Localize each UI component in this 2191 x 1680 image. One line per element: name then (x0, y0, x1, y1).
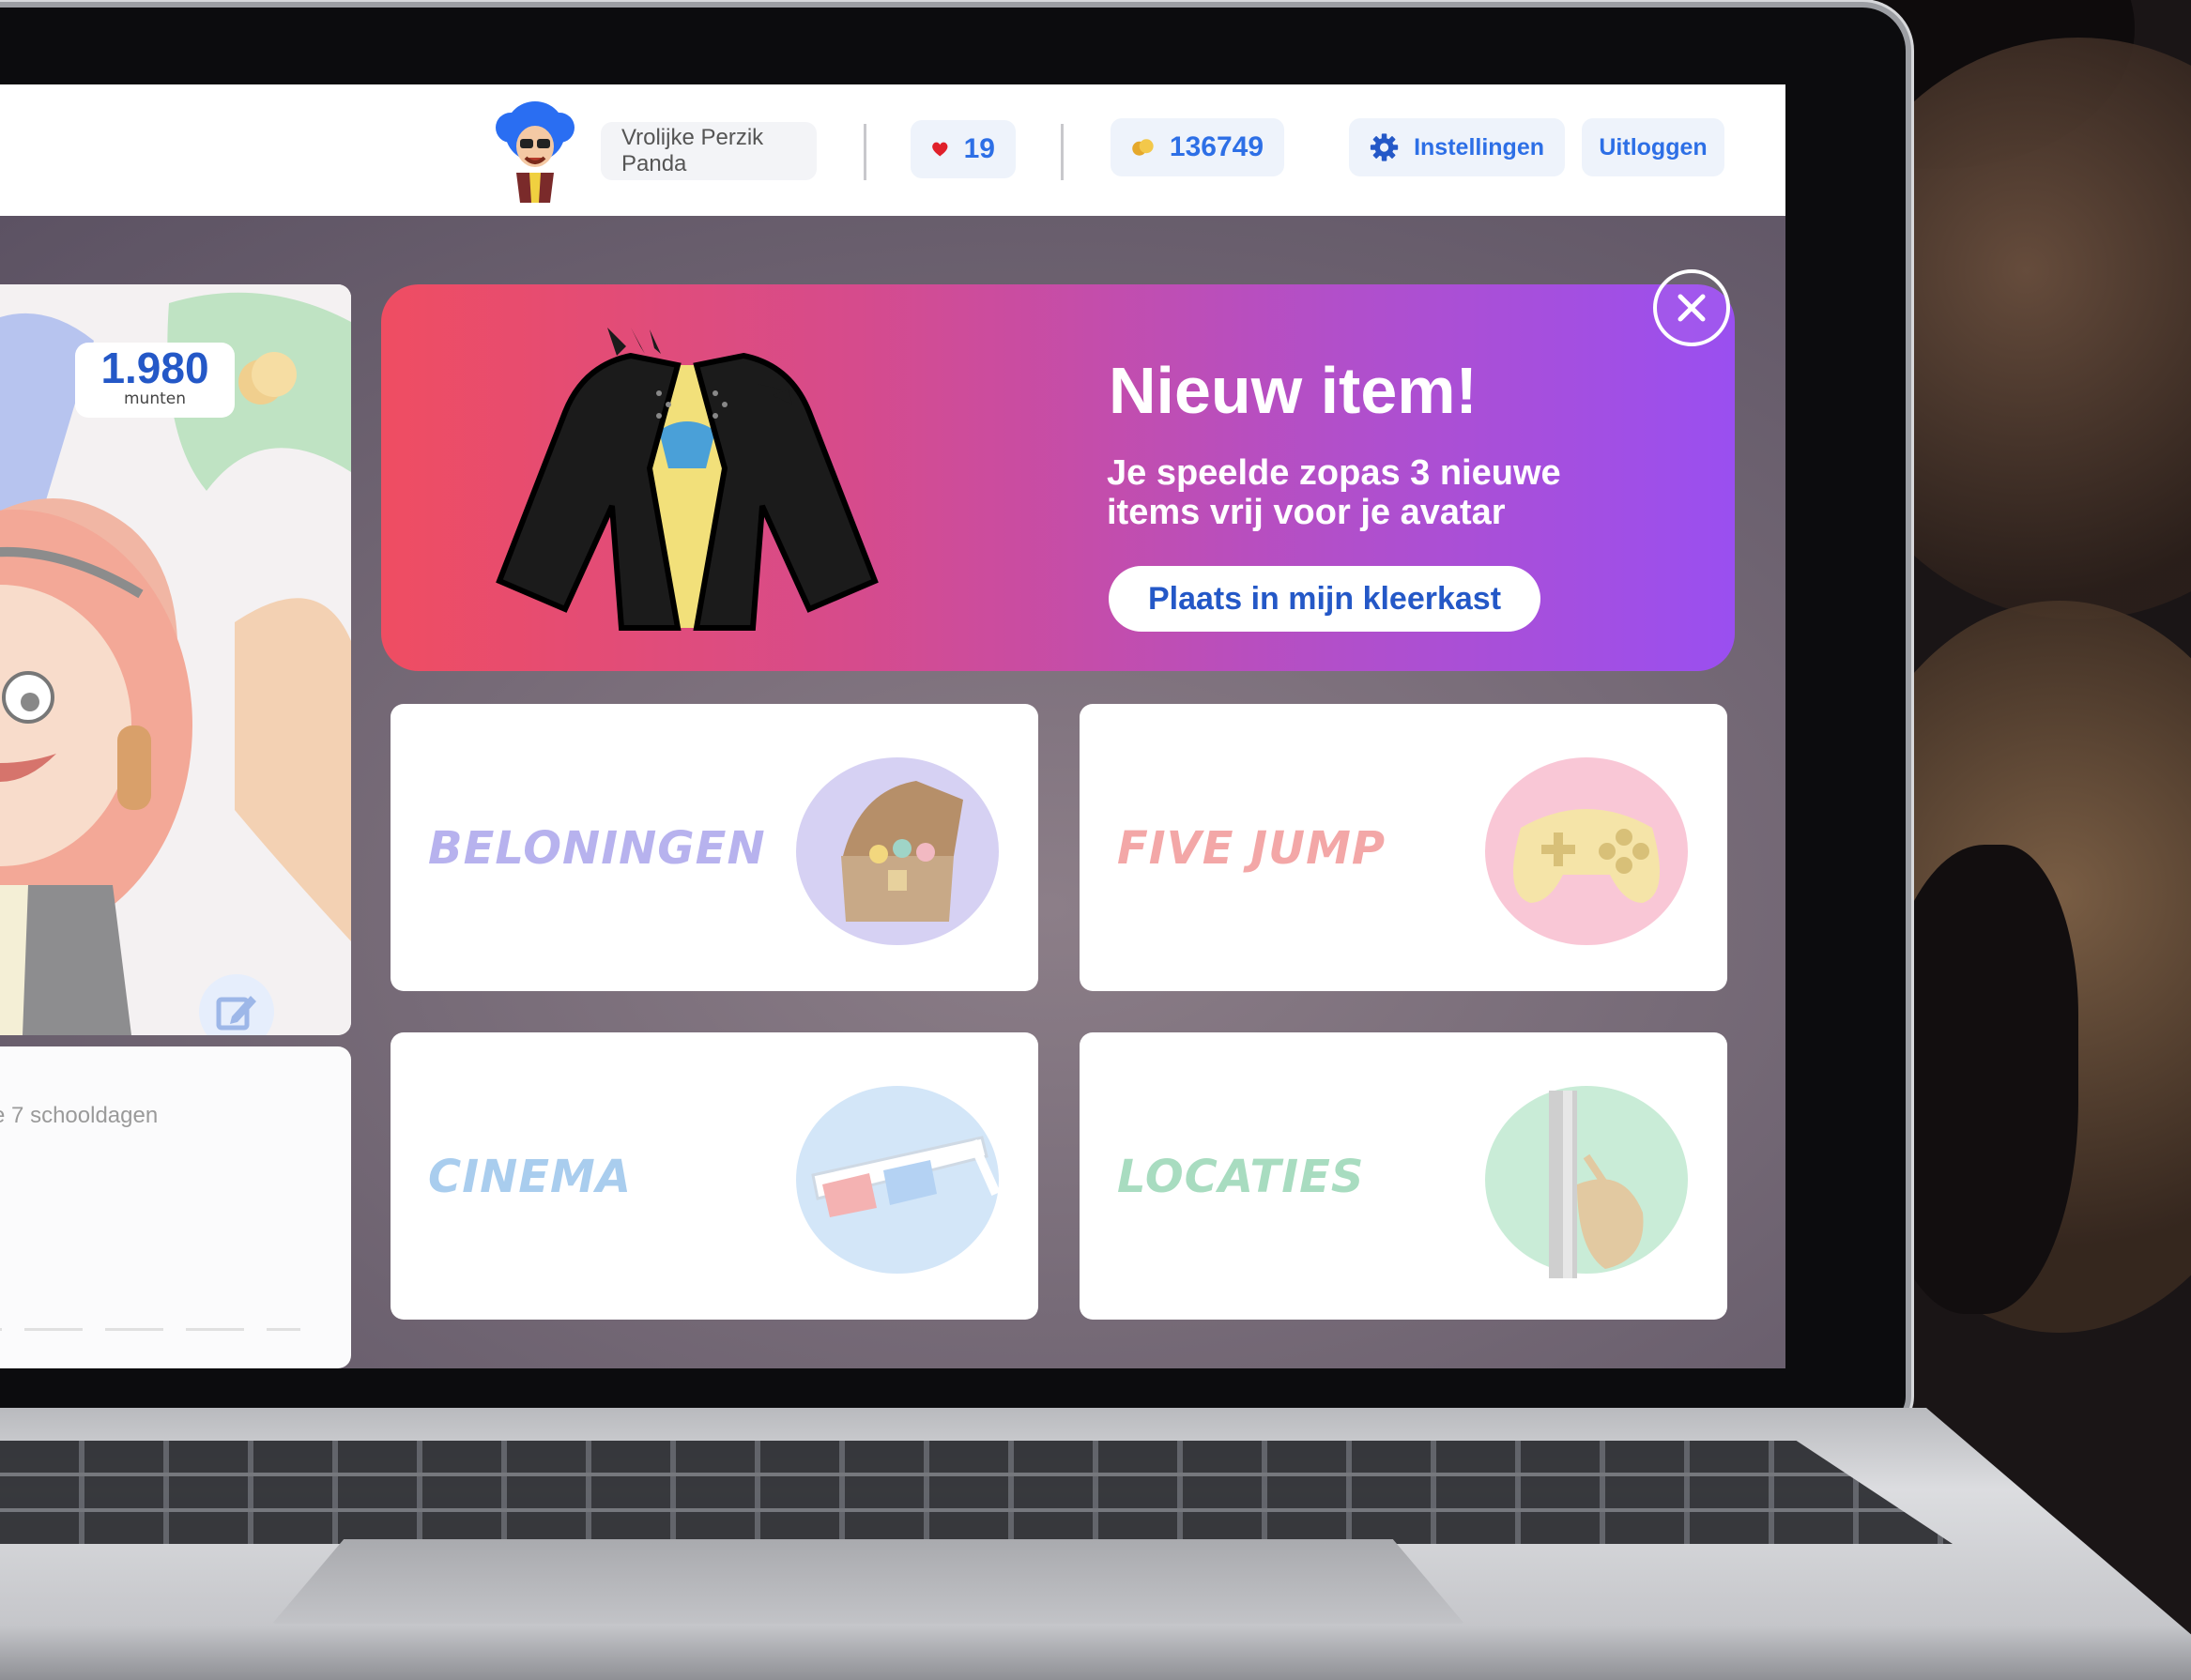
keyboard (0, 1441, 1953, 1544)
gear-icon (1370, 133, 1399, 161)
coins-value: 136749 (1169, 131, 1264, 162)
settings-button[interactable]: Instellingen (1349, 118, 1565, 176)
laptop-lid: Vrolijke Perzik Panda 19 136749 Instelli… (0, 8, 1906, 1425)
divider (864, 124, 866, 180)
coins-counter: 136749 (1111, 118, 1284, 176)
top-bar: Vrolijke Perzik Panda 19 136749 Instelli… (0, 84, 1785, 216)
banner-title: Nieuw item! (1109, 354, 1478, 427)
new-item-banner: Nieuw item! Je speelde zopas 3 nieuwe it… (381, 284, 1735, 671)
stats-label: aatste 7 schooldagen (0, 1103, 159, 1128)
location-icon (1485, 1086, 1688, 1278)
logout-label: Uitloggen (1599, 133, 1708, 160)
close-banner-button[interactable] (1653, 269, 1730, 346)
hearts-value: 19 (963, 133, 995, 164)
3d-glasses-icon (796, 1086, 1001, 1274)
tile-locaties[interactable]: LOCATIES (1080, 1032, 1727, 1320)
banner-description: Je speelde zopas 3 nieuwe items vrij voo… (1107, 453, 1561, 532)
coin-icon (238, 352, 297, 405)
username-badge: Vrolijke Perzik Panda (601, 122, 817, 180)
avatar-icon[interactable] (488, 99, 582, 203)
tile-label: LOCATIES (1117, 1151, 1365, 1203)
stats-chart-placeholder (0, 1328, 300, 1331)
hearts-counter: 19 (911, 120, 1016, 178)
close-icon (1678, 294, 1706, 322)
edit-icon (216, 996, 256, 1031)
app-screen: Vrolijke Perzik Panda 19 136749 Instelli… (0, 84, 1785, 1368)
coin-balance-badge: 1.980 munten (75, 343, 235, 418)
tile-label: BELONINGEN (428, 822, 766, 875)
heart-icon (932, 142, 948, 157)
tile-five-jump[interactable]: FIVE JUMP (1080, 704, 1727, 991)
tile-label: FIVE JUMP (1117, 822, 1387, 875)
place-in-wardrobe-button[interactable]: Plaats in mijn kleerkast (1109, 566, 1540, 632)
coin-balance-value: 1.980 (100, 344, 209, 392)
trackpad (272, 1539, 1464, 1624)
tile-label: CINEMA (428, 1151, 632, 1203)
jacket-illustration (496, 328, 879, 631)
settings-label: Instellingen (1414, 133, 1544, 160)
coin-icon (1132, 139, 1154, 156)
stats-card: aatste 7 schooldagen (0, 1046, 351, 1368)
avatar-profile-card: 1.980 munten (0, 284, 351, 1035)
logout-button[interactable]: Uitloggen (1582, 118, 1724, 176)
coin-balance-unit: munten (123, 389, 186, 408)
treasure-chest-icon (796, 757, 999, 945)
username-label: Vrolijke Perzik Panda (621, 125, 764, 176)
gamepad-icon (1485, 757, 1688, 945)
tile-cinema[interactable]: CINEMA (391, 1032, 1038, 1320)
tile-beloningen[interactable]: BELONINGEN (391, 704, 1038, 991)
divider (1061, 124, 1064, 180)
